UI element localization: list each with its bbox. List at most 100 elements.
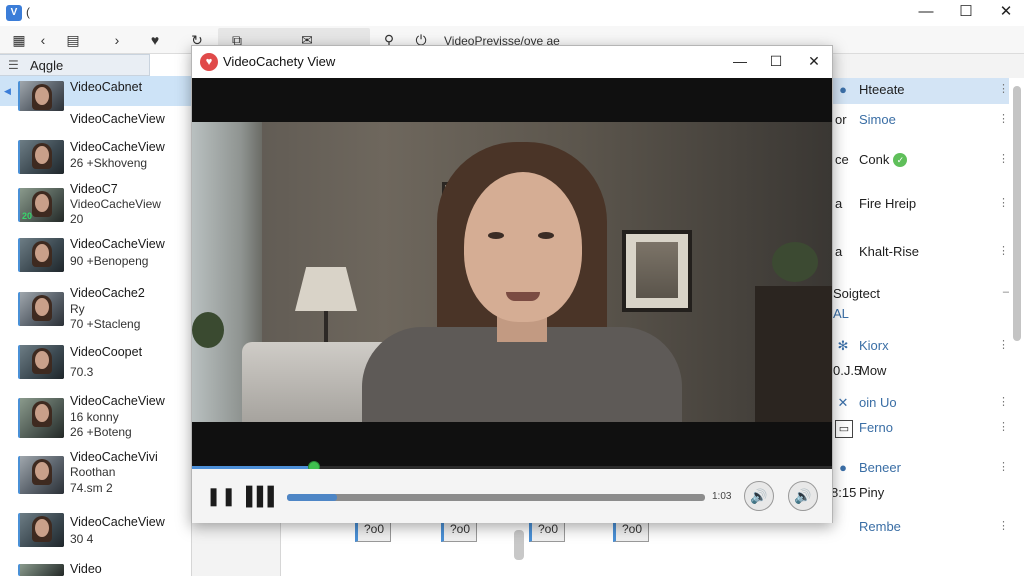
property-label: Mow [859, 363, 887, 378]
list-item[interactable]: VideoCacheView 16 konny 26 +Boteng [0, 392, 192, 444]
property-row[interactable]: a Khalt-Rise ⋮ [831, 240, 1009, 266]
more-icon[interactable]: ⋮ [998, 420, 1009, 433]
pause-button[interactable]: ❚❚ [206, 485, 236, 507]
grid-view-icon[interactable]: ▦ [8, 29, 30, 51]
property-row[interactable]: ▭ Ferno ⋮ [831, 416, 1009, 442]
list-item[interactable]: VideoCache2 Ry 70 +Stacleng [0, 284, 192, 336]
property-label: Khalt-Rise [859, 244, 919, 259]
item-title: VideoCacheView [70, 140, 165, 154]
list-item[interactable]: VideoCacheView 30 4 [0, 509, 192, 555]
video-thumbnail [18, 238, 64, 272]
item-title: VideoC7 [70, 182, 118, 196]
property-row[interactable]: Soigtect AL – [831, 282, 1009, 326]
more-icon[interactable]: ⋮ [998, 519, 1009, 532]
player-title-bar[interactable]: ♥ VideoCachety View — ☐ ✕ [192, 46, 832, 78]
close-button[interactable]: ✕ [984, 0, 1024, 26]
item-subtitle: Ry [70, 302, 85, 316]
more-icon[interactable]: – [1003, 286, 1009, 298]
stop-button[interactable]: ▌▌▌ [246, 485, 280, 507]
video-list-panel: ☰ Aqgle ◀ VideoCabnet VideoCacheView Vid… [0, 54, 192, 576]
property-prefix: ce [835, 152, 849, 167]
video-frame[interactable] [192, 78, 832, 466]
scrollbar-thumb[interactable] [1013, 86, 1021, 341]
heart-icon: ♥ [200, 53, 218, 71]
property-row[interactable]: 0.J.5 Mow [831, 359, 1009, 385]
forward-icon[interactable]: › [106, 29, 128, 51]
item-meta: 74.sm 2 [70, 481, 113, 495]
property-row[interactable]: ● Hteeate ⋮ [831, 78, 1009, 104]
more-icon[interactable]: ⋮ [998, 196, 1009, 209]
more-icon[interactable]: ⋮ [998, 244, 1009, 257]
video-thumbnail [18, 513, 64, 547]
property-row[interactable]: a Fire Hreip ⋮ [831, 192, 1009, 218]
seek-bar[interactable] [287, 494, 705, 501]
item-subtitle: 90 +Benopeng [70, 254, 149, 268]
list-item[interactable]: VideoCacheView 90 +Benopeng [0, 234, 192, 280]
property-label: Soigtect [833, 286, 880, 301]
favorite-icon[interactable]: ♥ [144, 29, 166, 51]
property-label: Piny [859, 485, 885, 500]
gear-icon: ✻ [837, 338, 849, 353]
item-subtitle: 16 konny [70, 410, 119, 424]
list-item[interactable]: VideoCoopet 70.3 [0, 341, 192, 385]
back-icon[interactable]: ‹ [32, 29, 54, 51]
info-icon: ● [839, 460, 847, 475]
video-thumbnail [18, 456, 64, 494]
property-label: Fire Hreip [859, 196, 917, 211]
time-label: 1:03 [712, 491, 732, 502]
list-item[interactable]: 20 VideoC7 VideoCacheView 20 [0, 182, 192, 232]
list-item[interactable]: VideoCacheVivi Roothan 74.sm 2 [0, 448, 192, 500]
check-icon: ✓ [893, 153, 908, 167]
property-label: Kiorx [859, 338, 889, 353]
video-thumbnail [18, 345, 64, 379]
property-label: Rembe [859, 519, 901, 534]
menu-icon: ☰ [8, 58, 19, 72]
list-item[interactable]: Video [0, 558, 192, 576]
player-minimize-button[interactable]: — [722, 50, 758, 74]
player-controls: ❚❚ ▌▌▌ 1:03 🔊 🔊 [192, 469, 832, 523]
volume-icon[interactable]: 🔊 [744, 481, 774, 511]
property-row[interactable]: ● Beneer ⋮ [831, 456, 1009, 482]
player-close-button[interactable]: ✕ [796, 50, 832, 74]
property-prefix: or [835, 112, 847, 127]
property-label: Hteeate [859, 82, 905, 97]
column-header[interactable]: ☰ Aqgle [0, 54, 150, 76]
item-title: VideoCacheView [70, 515, 165, 529]
more-icon[interactable]: ⋮ [998, 112, 1009, 125]
list-item[interactable]: VideoCacheView [0, 106, 192, 136]
list-item[interactable]: VideoCacheView 26 +Skhoveng [0, 136, 192, 184]
property-row[interactable]: ✻ Kiorx ⋮ [831, 334, 1009, 360]
property-row[interactable]: ce Conk ✓ ⋮ [831, 148, 1009, 174]
video-player-window: ♥ VideoCachety View — ☐ ✕ ❚❚ ▌▌▌ 1:03 🔊 … [191, 45, 833, 523]
video-thumbnail [18, 292, 64, 326]
more-icon[interactable]: ⋮ [998, 460, 1009, 473]
player-maximize-button[interactable]: ☐ [758, 50, 794, 74]
property-prefix: a [835, 196, 843, 211]
video-thumbnail: 20 [18, 188, 64, 222]
property-label: Ferno [859, 420, 893, 435]
property-row[interactable]: ✕ oin Uo ⋮ [831, 391, 1009, 417]
expand-arrow-icon: ◀ [4, 86, 11, 96]
video-thumbnail [18, 398, 64, 438]
list-item[interactable]: ◀ VideoCabnet [0, 76, 192, 111]
panel-icon[interactable]: ▤ [62, 29, 84, 51]
more-icon[interactable]: ⋮ [998, 82, 1009, 95]
seek-bar-fill [287, 494, 338, 501]
property-sub: AL [833, 306, 849, 321]
more-icon[interactable]: ⋮ [998, 338, 1009, 351]
scrollbar-thumb[interactable] [514, 530, 524, 560]
maximize-button[interactable]: ☐ [944, 0, 988, 26]
more-icon[interactable]: ⋮ [998, 395, 1009, 408]
video-scene [192, 122, 832, 422]
volume-icon[interactable]: 🔊 [788, 481, 818, 511]
item-title: VideoCacheVivi [70, 450, 158, 464]
property-row[interactable]: 8:15 Piny [831, 481, 1009, 507]
property-row[interactable]: or Simoe ⋮ [831, 108, 1009, 134]
property-label: oin Uo [859, 395, 897, 410]
column-header-label: Aqgle [30, 58, 64, 73]
minimize-button[interactable]: — [904, 0, 948, 26]
property-prefix: 0.J.5 [833, 363, 862, 378]
property-label: Simoe [859, 112, 896, 127]
property-row[interactable]: Rembe ⋮ [831, 515, 1009, 541]
more-icon[interactable]: ⋮ [998, 152, 1009, 165]
